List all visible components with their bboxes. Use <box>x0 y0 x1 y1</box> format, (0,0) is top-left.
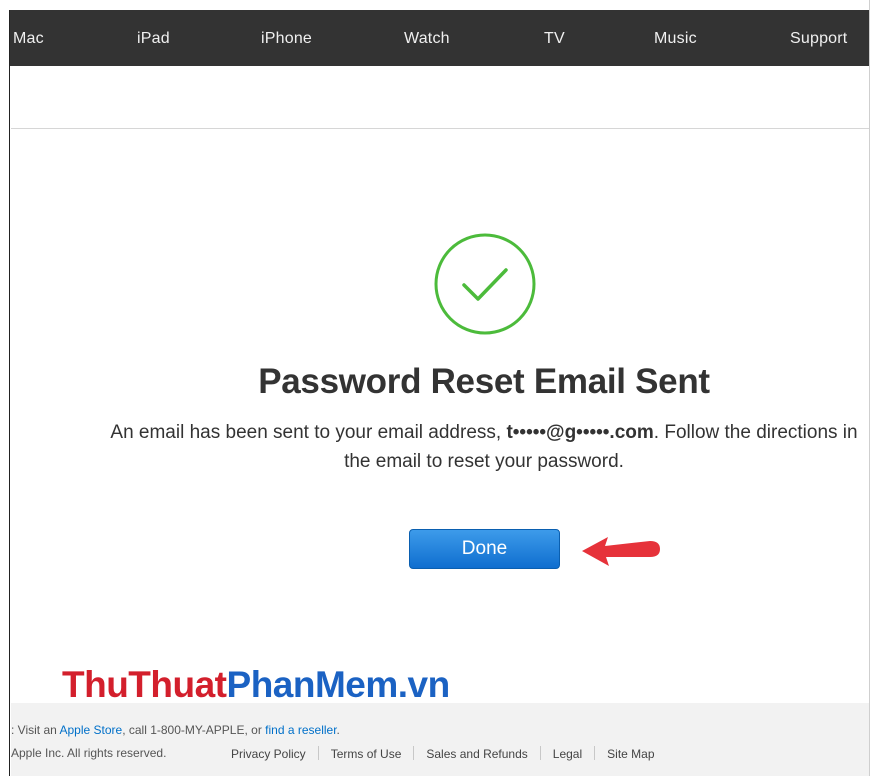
nav-item-ipad[interactable]: iPad <box>137 10 170 66</box>
window-top-edge <box>0 0 870 10</box>
watermark-part1: ThuThuat <box>62 664 227 705</box>
done-button[interactable]: Done <box>409 529 560 569</box>
nav-item-watch[interactable]: Watch <box>404 10 450 66</box>
nav-item-support[interactable]: Support <box>790 10 847 66</box>
footer-separator <box>413 746 415 760</box>
nav-item-iphone[interactable]: iPhone <box>261 10 312 66</box>
footer-shop-middle: , call 1-800-MY-APPLE, or <box>122 723 266 737</box>
checkmark-circle-icon <box>433 232 537 336</box>
copyright: Apple Inc. All rights reserved. <box>11 746 167 760</box>
legal-link[interactable]: Legal <box>553 747 582 761</box>
footer-separator <box>594 746 596 760</box>
page-title-wrap: Password Reset Email Sent <box>10 362 870 402</box>
watermark-part2: PhanMem.vn <box>226 664 451 705</box>
terms-of-use-link[interactable]: Terms of Use <box>331 747 402 761</box>
window-left-edge <box>0 0 10 776</box>
nav-item-mac[interactable]: Mac <box>13 10 44 66</box>
footer-separator <box>539 746 541 760</box>
footer-separator <box>317 746 319 760</box>
footer-links: Privacy Policy Terms of Use Sales and Refu… <box>231 746 655 761</box>
pointer-arrow-icon <box>578 532 662 570</box>
footer-shop-line: : Visit an Apple Store, call 1-800-MY-AP… <box>11 723 340 737</box>
global-nav: Mac iPad iPhone Watch TV Music Support <box>10 10 870 66</box>
privacy-policy-link[interactable]: Privacy Policy <box>231 747 306 761</box>
masked-email: t•••••@g•••••.com <box>506 422 654 443</box>
footer-shop-prefix: : Visit an <box>11 723 60 737</box>
nav-item-music[interactable]: Music <box>654 10 697 66</box>
subnav-divider <box>11 128 869 129</box>
message-text-before: An email has been sent to your email add… <box>110 422 507 443</box>
find-reseller-link[interactable]: find a reseller <box>265 723 336 737</box>
site-map-link[interactable]: Site Map <box>607 747 654 761</box>
reset-message: An email has been sent to your email add… <box>100 418 868 476</box>
footer-shop-suffix: . <box>336 723 340 737</box>
sales-and-refunds-link[interactable]: Sales and Refunds <box>426 747 527 761</box>
watermark-logo: ThuThuatPhanMem.vn <box>62 664 450 706</box>
footer: : Visit an Apple Store, call 1-800-MY-AP… <box>11 703 869 776</box>
apple-store-link[interactable]: Apple Store <box>59 723 122 737</box>
page: Mac iPad iPhone Watch TV Music Support P… <box>0 0 870 776</box>
nav-item-tv[interactable]: TV <box>544 10 565 66</box>
page-title: Password Reset Email Sent <box>258 362 710 401</box>
